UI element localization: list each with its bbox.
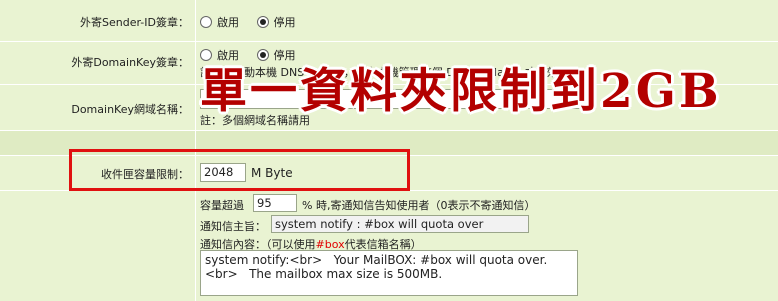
sender-id-enable-radio[interactable] (200, 16, 212, 28)
domainkey-disable-label: 停用 (273, 49, 296, 62)
annotation-overlay-text: 單一資料夾限制到2GB (200, 64, 722, 119)
sender-id-enable-label: 啟用 (217, 16, 239, 29)
sender-id-radio-group: 啟用 停用 (200, 14, 310, 30)
content-textarea[interactable]: system notify:<br> Your MailBOX: #box wi… (200, 250, 578, 296)
domainkey-disable-radio[interactable] (256, 49, 269, 61)
domainkey-sig-radio-group: 啟用 停用 (200, 47, 310, 63)
subject-label: 通知信主旨： (200, 220, 266, 233)
domainkey-enable-radio[interactable] (200, 49, 212, 61)
quota-prefix: 容量超過 (200, 199, 244, 212)
annotation-highlight-box (69, 149, 410, 191)
sender-id-disable-radio[interactable] (256, 16, 269, 28)
sender-id-label: 外寄Sender-ID簽章： (80, 16, 189, 29)
domainkey-sig-label: 外寄DomainKey簽章： (71, 56, 189, 69)
quota-percent-input[interactable]: 95 (253, 194, 297, 212)
quota-suffix: % 時,寄通知信告知使用者（0表示不寄通知信） (302, 199, 536, 212)
sender-id-disable-label: 停用 (273, 16, 296, 29)
subject-input[interactable]: system notify : #box will quota over (271, 215, 529, 233)
domainkey-name-label: DomainKey網域名稱： (71, 103, 189, 116)
domainkey-enable-label: 啟用 (217, 49, 239, 62)
